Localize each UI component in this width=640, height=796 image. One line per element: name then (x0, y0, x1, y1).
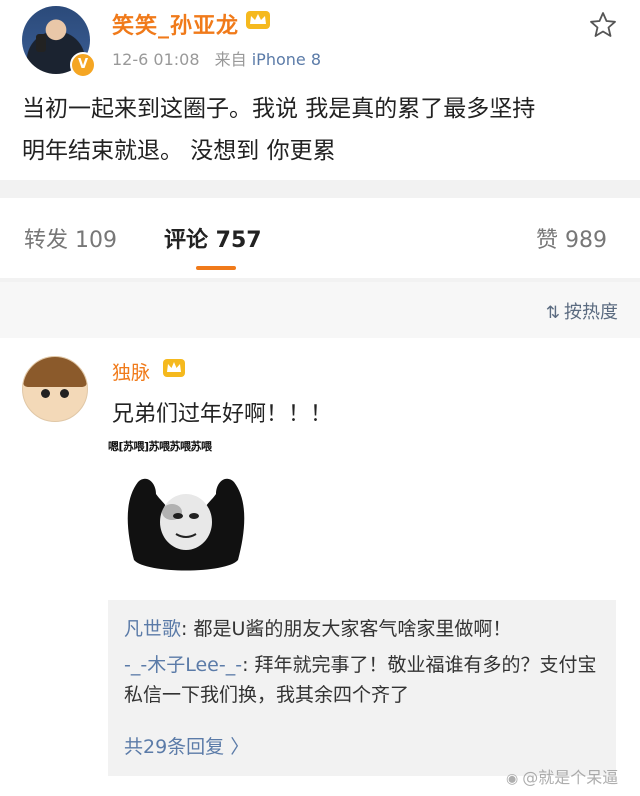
weibo-logo-icon: ◉ (506, 771, 519, 787)
sort-icon: ⇅ (545, 303, 560, 323)
commenter-username[interactable]: 独脉 (112, 358, 150, 385)
commenter-avatar[interactable] (22, 356, 88, 422)
crown-icon (246, 11, 270, 29)
verified-badge: V (70, 52, 96, 78)
post-tabs: 转发 109 评论 757 赞 989 (0, 198, 640, 278)
watermark-text: @就是个呆逼 (522, 768, 619, 787)
microphone-icon (36, 34, 46, 52)
sort-by-hot-button[interactable]: ⇅ 按热度 (546, 298, 618, 324)
divider (0, 180, 640, 198)
reply-text: : 都是U酱的朋友大家客气啥家里做啊！ (181, 618, 512, 640)
sort-bar: ⇅ 按热度 (0, 282, 640, 338)
more-replies-link[interactable]: 共29条回复 〉 (124, 732, 249, 759)
star-icon[interactable] (588, 10, 618, 40)
post-source[interactable]: iPhone 8 (252, 50, 321, 69)
source-prefix: 来自 (214, 50, 247, 69)
avatar-eye (41, 389, 50, 398)
active-tab-indicator (196, 266, 236, 270)
replies-box: 凡世歌: 都是U酱的朋友大家客气啥家里做啊！ -_-木子Lee-_-: 拜年就完… (108, 600, 616, 776)
avatar-hair (23, 357, 87, 387)
sort-label: 按热度 (564, 302, 618, 323)
weibo-post: V 笑笑_孙亚龙 12-6 01:08 来自 iPhone 8 当初一起来到这圈… (0, 0, 640, 180)
avatar-eye (60, 389, 69, 398)
tab-comments[interactable]: 评论 757 (164, 222, 262, 254)
reply-item: 凡世歌: 都是U酱的朋友大家客气啥家里做啊！ (124, 614, 604, 644)
tab-reposts[interactable]: 转发 109 (24, 222, 117, 254)
post-content: 当初一起来到这圈子。我说 我是真的累了最多坚持 明年结束就退。 没想到 你更累 (22, 96, 536, 164)
post-time: 12-6 01:08 (112, 50, 200, 69)
crown-icon (163, 359, 185, 377)
comment-item: 独脉 兄弟们过年好啊！！！ 嗯[苏喂]苏喂苏喂苏喂 凡世歌: 都是U酱的朋友大家… (0, 338, 640, 796)
panda-meme-icon (127, 478, 245, 571)
meme-caption: 嗯[苏喂]苏喂苏喂苏喂 (108, 440, 212, 453)
reply-item: -_-木子Lee-_-: 拜年就完事了！敬业福谁有多的？支付宝私信一下我们换，我… (124, 650, 604, 710)
comment-text: 兄弟们过年好啊！！！ (112, 402, 333, 427)
watermark: ◉ @就是个呆逼 (506, 764, 618, 788)
post-meta: 12-6 01:08 来自 iPhone 8 (112, 46, 321, 70)
reply-username[interactable]: -_-木子Lee-_- (124, 654, 242, 676)
poster-username[interactable]: 笑笑_孙亚龙 (112, 8, 239, 40)
tab-likes[interactable]: 赞 989 (536, 222, 607, 254)
meme-image[interactable]: 嗯[苏喂]苏喂苏喂苏喂 (108, 436, 258, 586)
reply-username[interactable]: 凡世歌 (124, 618, 181, 640)
